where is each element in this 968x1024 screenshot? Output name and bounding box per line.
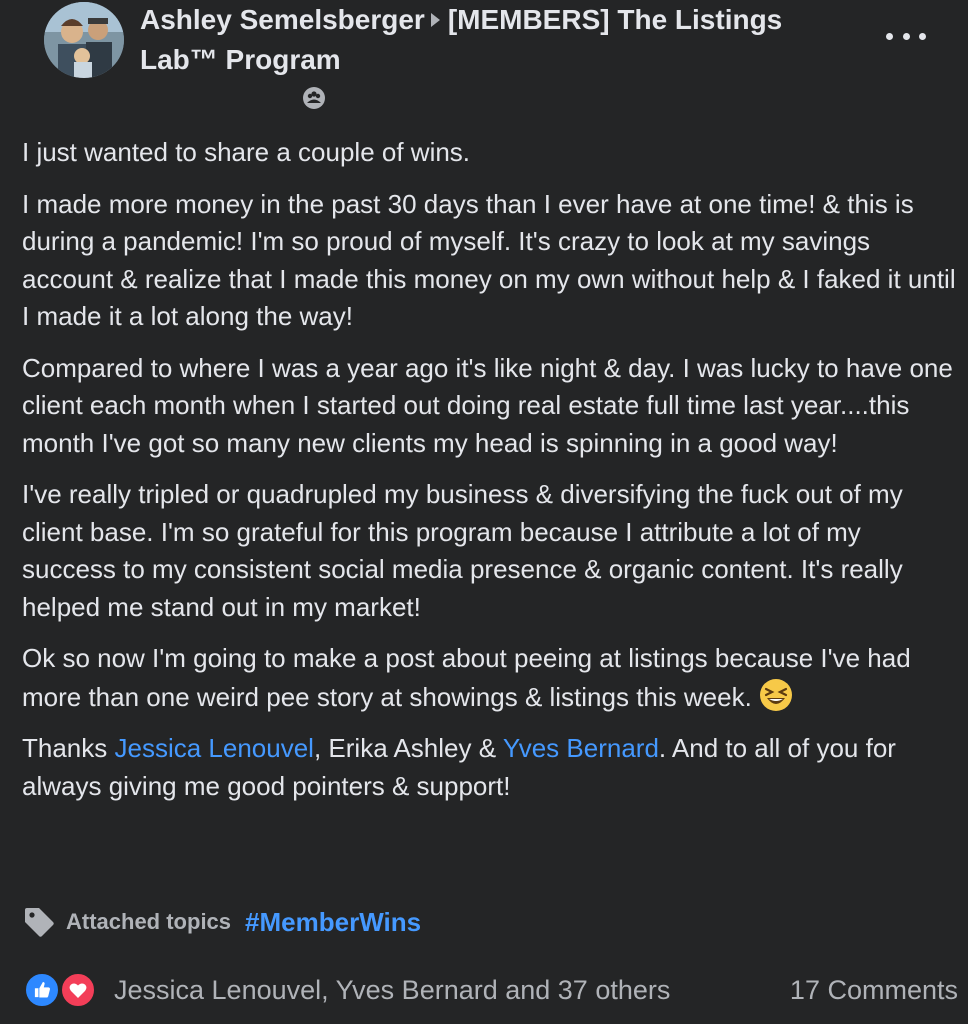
topic-link[interactable]: #MemberWins — [245, 907, 421, 938]
post-body: I just wanted to share a couple of wins.… — [22, 134, 958, 819]
group-members-icon[interactable] — [302, 86, 326, 110]
reaction-icons[interactable] — [22, 970, 102, 1010]
post-paragraph: I made more money in the past 30 days th… — [22, 188, 956, 332]
post-paragraph: I just wanted to share a couple of wins. — [22, 137, 471, 167]
author-name[interactable]: Ashley Semelsberger — [140, 4, 425, 35]
topics-label: Attached topics — [66, 909, 232, 934]
avatar-photo — [44, 2, 124, 78]
text-segment: , Erika Ashley & — [313, 733, 503, 763]
text-segment: Thanks — [22, 733, 115, 763]
laughing-face-emoji — [760, 678, 793, 711]
post-header: Ashley Semelsberger [MEMBERS] The Listing… — [22, 0, 954, 124]
author-avatar[interactable] — [44, 2, 124, 78]
post-paragraph: I've really tripled or quadrupled my bus… — [22, 479, 903, 622]
post-paragraph: Ok so now I'm going to make a post about… — [22, 640, 958, 716]
reactors-summary[interactable]: Jessica Lenouvel, Yves Bernard and 37 ot… — [114, 975, 670, 1006]
more-dot — [902, 32, 910, 40]
more-dot — [919, 32, 926, 40]
like-reaction-icon — [24, 972, 60, 1008]
post-card: Ashley Semelsberger [MEMBERS] The Listing… — [0, 0, 968, 1024]
mention-yves-bernard[interactable]: Yves Bernard — [503, 733, 659, 763]
more-options-icon[interactable] — [886, 24, 926, 48]
more-dot — [886, 32, 893, 40]
love-reaction-icon — [60, 972, 96, 1008]
tag-icon — [25, 908, 54, 937]
post-paragraph: Compared to where I was a year ago it's … — [22, 352, 953, 458]
attached-topics: Attached topics #MemberWins — [22, 902, 421, 942]
post-title: Ashley Semelsberger [MEMBERS] The Listing… — [140, 0, 860, 80]
caret-right-icon — [430, 12, 440, 27]
post-footer: Jessica Lenouvel, Yves Bernard and 37 ot… — [22, 966, 958, 1014]
mention-jessica-lenouvel[interactable]: Jessica Lenouvel — [115, 733, 314, 763]
comments-count[interactable]: 17 Comments — [790, 975, 958, 1006]
post-paragraph: Thanks Jessica Lenouvel, Erika Ashley & … — [22, 730, 958, 805]
